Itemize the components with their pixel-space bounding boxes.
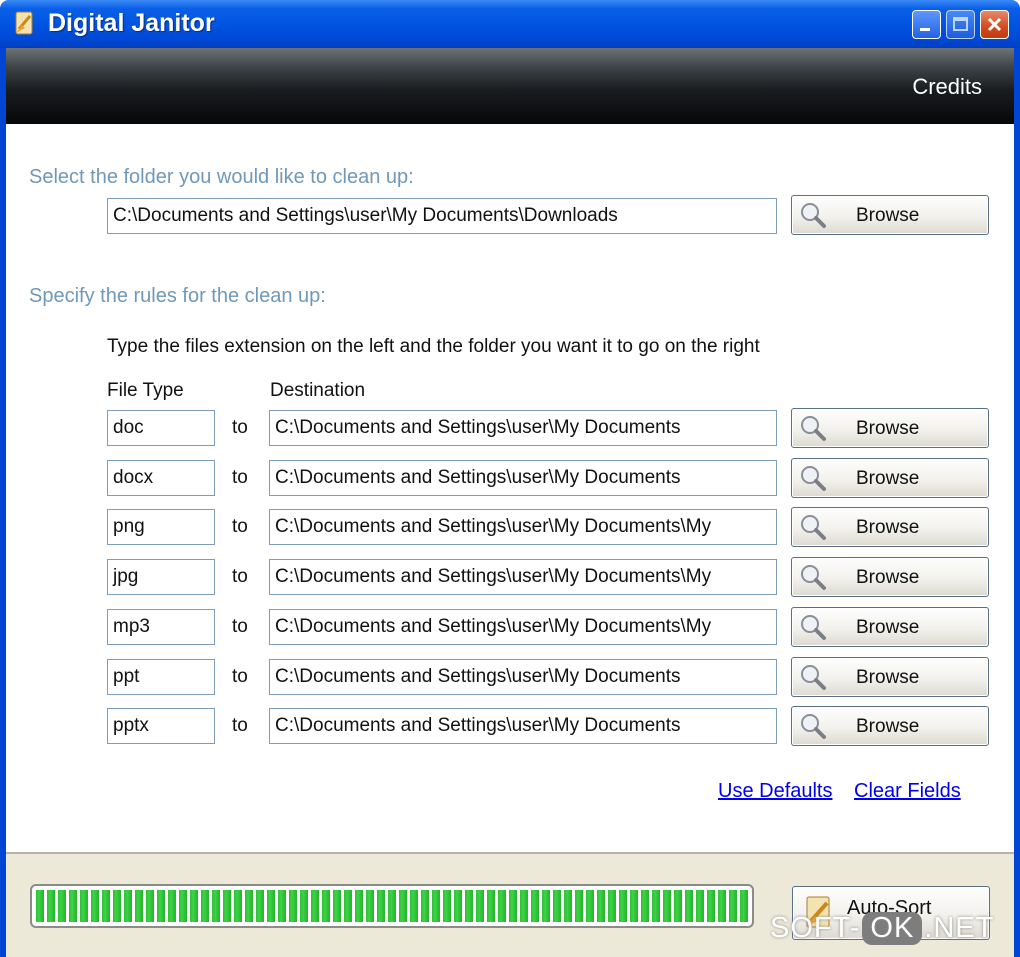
browse-label: Browse (856, 517, 920, 539)
to-label: to (232, 566, 248, 588)
to-label: to (232, 516, 248, 538)
destination-browse-button[interactable]: Browse (791, 656, 989, 697)
magnifier-icon (801, 565, 826, 591)
browse-label: Browse (856, 716, 920, 738)
watermark-right: .NET (924, 912, 995, 944)
to-label: to (232, 715, 248, 737)
app-window: Digital Janitor Credits Select the folde… (0, 0, 1020, 957)
close-icon (987, 17, 1002, 32)
magnifier-icon (801, 515, 826, 541)
file-type-input[interactable]: jpg (107, 559, 215, 596)
destination-browse-button[interactable]: Browse (791, 706, 989, 747)
file-type-input[interactable]: ppt (107, 658, 215, 695)
maximize-button[interactable] (946, 10, 975, 39)
destination-browse-button[interactable]: Browse (791, 557, 989, 598)
destination-header: Destination (270, 380, 366, 401)
destination-input[interactable]: C:\Documents and Settings\user\My Docume… (269, 509, 777, 546)
to-label: to (232, 466, 248, 488)
folder-browse-button[interactable]: Browse (791, 195, 989, 235)
header-banner: Credits (6, 48, 1014, 124)
destination-browse-button[interactable]: Browse (791, 457, 989, 498)
file-type-input[interactable]: mp3 (107, 608, 215, 645)
file-type-input[interactable]: pptx (107, 708, 215, 745)
browse-label: Browse (856, 467, 920, 489)
client-area: Credits Select the folder you would like… (6, 48, 1014, 957)
magnifier-icon (801, 664, 826, 690)
watermark: SOFT- OK .NET (770, 912, 994, 956)
maximize-icon (953, 17, 968, 31)
minimize-button[interactable] (912, 10, 941, 39)
to-label: to (232, 417, 248, 438)
magnifier-icon (801, 714, 826, 740)
destination-input[interactable]: C:\Documents and Settings\user\My Docume… (269, 410, 777, 446)
broom-app-icon (15, 11, 33, 35)
file-type-input[interactable]: docx (107, 459, 215, 496)
minimize-icon (920, 28, 930, 31)
magnifier-icon (801, 614, 826, 640)
credits-link[interactable]: Credits (912, 74, 982, 100)
use-defaults-link[interactable]: Use Defaults (718, 780, 833, 803)
title-bar[interactable]: Digital Janitor (0, 0, 1020, 48)
watermark-ok: OK (862, 912, 923, 945)
clear-fields-link[interactable]: Clear Fields (854, 780, 961, 803)
to-label: to (232, 615, 248, 637)
progress-bar (30, 884, 754, 928)
destination-browse-button[interactable]: Browse (791, 606, 989, 647)
destination-input[interactable]: C:\Documents and Settings\user\My Docume… (269, 658, 777, 695)
browse-label: Browse (856, 205, 920, 226)
file-type-header: File Type (107, 380, 184, 401)
destination-input[interactable]: C:\Documents and Settings\user\My Docume… (269, 608, 777, 645)
destination-input[interactable]: C:\Documents and Settings\user\My Docume… (269, 559, 777, 596)
browse-label: Browse (856, 616, 920, 638)
to-label: to (232, 665, 248, 687)
magnifier-icon (801, 465, 826, 491)
window-title: Digital Janitor (48, 9, 215, 37)
rules-heading: Specify the rules for the clean up: (29, 285, 326, 307)
destination-input[interactable]: C:\Documents and Settings\user\My Docume… (269, 708, 777, 745)
folder-path-input[interactable]: C:\Documents and Settings\user\My Docume… (107, 198, 777, 234)
file-type-input[interactable]: doc (107, 410, 215, 446)
rules-instructions: Type the files extension on the left and… (107, 336, 760, 357)
watermark-left: SOFT- (770, 912, 861, 944)
close-button[interactable] (980, 10, 1009, 39)
magnifier-icon (801, 203, 826, 228)
destination-browse-button[interactable]: Browse (791, 507, 989, 548)
browse-label: Browse (856, 567, 920, 589)
progress-fill (36, 890, 748, 922)
destination-browse-button[interactable]: Browse (791, 408, 989, 448)
folder-heading: Select the folder you would like to clea… (29, 166, 414, 188)
browse-label: Browse (856, 666, 920, 688)
magnifier-icon (801, 416, 826, 441)
browse-label: Browse (856, 418, 920, 439)
file-type-input[interactable]: png (107, 509, 215, 546)
main-panel: Select the folder you would like to clea… (6, 124, 1014, 854)
destination-input[interactable]: C:\Documents and Settings\user\My Docume… (269, 459, 777, 496)
